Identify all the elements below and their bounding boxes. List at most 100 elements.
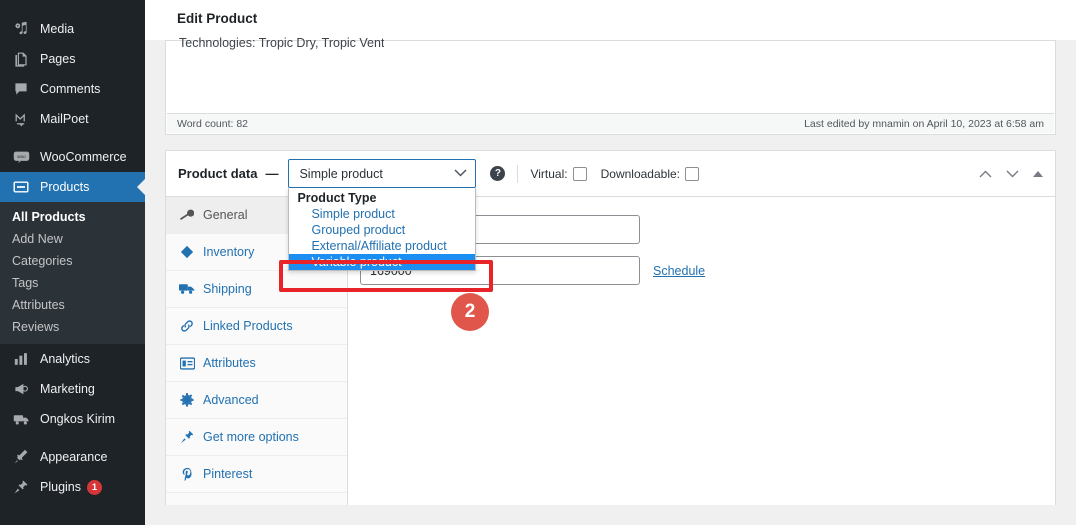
editor-excerpt-text: Technologies: Tropic Dry, Tropic Vent [179,36,385,50]
partial-icon [10,0,32,14]
tab-label: Get more options [203,430,299,444]
sidebar-item-pages[interactable]: Pages [0,44,145,74]
annotation-step-badge: 2 [451,293,489,331]
mailpoet-icon [10,109,32,129]
product-data-panel: Product data — Simple product Product Ty… [165,150,1056,505]
schedule-link[interactable]: Schedule [653,264,705,278]
sidebar-item-appearance[interactable]: Appearance [0,442,145,472]
panel-order-controls [979,151,1043,197]
tab-label: Linked Products [203,319,293,333]
diamond-icon [178,245,196,259]
downloadable-checkbox-group[interactable]: Downloadable: [600,166,699,181]
product-type-select-wrap: Simple product Product Type Simple produ… [288,159,477,271]
sidebar-item-label: MailPoet [40,112,89,126]
admin-sidebar: Media Pages Comments MailPoet woo WooCom… [0,0,145,525]
list-image-icon [178,356,196,370]
submenu-item-reviews[interactable]: Reviews [0,316,145,338]
truck-icon [178,283,196,295]
product-data-dash: — [265,166,279,181]
downloadable-checkbox[interactable] [685,166,699,181]
sidebar-item-ongkos-kirim[interactable]: Ongkos Kirim [0,404,145,434]
pinterest-icon [178,467,196,481]
tab-label: General [203,208,248,222]
sidebar-item-label: Analytics [40,352,91,366]
tab-attributes[interactable]: Attributes [166,345,347,382]
sidebar-item-label: Products [40,180,90,194]
plugins-icon [10,477,32,497]
product-type-dropdown[interactable]: Product Type Simple product Grouped prod… [288,188,477,271]
sidebar-item-label: Appearance [40,450,108,464]
word-count-label: Word count: 82 [177,117,249,130]
chevron-down-icon [454,168,467,180]
tab-label: Pinterest [203,467,253,481]
tab-linked-products[interactable]: Linked Products [166,308,347,345]
shipping-truck-icon [10,409,32,429]
tab-label: Advanced [203,393,259,407]
wrench-icon [178,208,196,222]
tab-advanced[interactable]: Advanced [166,382,347,419]
submenu-item-tags[interactable]: Tags [0,272,145,294]
virtual-checkbox[interactable] [572,166,587,181]
submenu-item-categories[interactable]: Categories [0,250,145,272]
media-icon [10,19,32,39]
virtual-label: Virtual: [530,166,568,181]
content-top-strip [145,0,1076,40]
sidebar-item-label: Ongkos Kirim [40,412,116,426]
sidebar-item-plugins[interactable]: Plugins 1 [0,472,145,502]
product-type-select[interactable]: Simple product [288,159,477,188]
sidebar-item-label: Media [40,22,75,36]
tab-get-more-options[interactable]: Get more options [166,419,347,456]
svg-text:woo: woo [17,154,26,159]
dropdown-option-external-affiliate-product[interactable]: External/Affiliate product [289,238,475,254]
tab-label: Attributes [203,356,256,370]
marketing-icon [10,379,32,399]
sidebar-item-mailpoet[interactable]: MailPoet [0,104,145,134]
header-divider [517,164,519,183]
product-data-header: Product data — Simple product Product Ty… [166,151,1055,271]
submenu-item-attributes[interactable]: Attributes [0,294,145,316]
downloadable-label: Downloadable: [600,166,680,181]
toggle-panel-icon[interactable] [1033,171,1043,177]
virtual-checkbox-group[interactable]: Virtual: [530,166,587,181]
gear-icon [178,393,196,407]
plugins-update-badge: 1 [87,479,102,495]
pages-icon [10,49,32,69]
sidebar-item-woocommerce[interactable]: woo WooCommerce [0,142,145,172]
products-icon [10,177,32,197]
product-data-title: Product data [178,166,258,181]
products-submenu: All Products Add New Categories Tags Att… [0,202,145,344]
tab-label: Shipping [203,282,252,296]
editor-status-bar: Word count: 82 Last edited by mnamin on … [167,113,1054,133]
sidebar-separator [0,134,145,142]
dropdown-option-simple-product[interactable]: Simple product [289,206,475,222]
product-description-editor[interactable]: Technologies: Tropic Dry, Tropic Vent Wo… [165,36,1056,135]
sidebar-item-products[interactable]: Products [0,172,145,202]
link-icon [178,319,196,333]
tab-pinterest[interactable]: Pinterest [166,456,347,493]
comments-icon [10,79,32,99]
submenu-item-add-new[interactable]: Add New [0,228,145,250]
sidebar-item-analytics[interactable]: Analytics [0,344,145,374]
plug-star-icon [178,430,196,444]
sidebar-item-label: Plugins [40,480,81,494]
last-edited-label: Last edited by mnamin on April 10, 2023 … [804,117,1044,130]
screen-root: Media Pages Comments MailPoet woo WooCom… [0,0,1076,525]
sidebar-item-label: Marketing [40,382,95,396]
tab-shipping[interactable]: Shipping [166,271,347,308]
tab-label: Inventory [203,245,255,259]
page-title: Edit Product [177,11,258,26]
appearance-icon [10,447,32,467]
dropdown-option-variable-product[interactable]: Variable product [289,254,476,270]
sidebar-item-label: WooCommerce [40,150,127,164]
sidebar-item-label: Comments [40,82,101,96]
woocommerce-icon: woo [10,147,32,167]
help-icon[interactable]: ? [490,166,506,181]
submenu-item-all-products[interactable]: All Products [0,206,145,228]
sidebar-item-marketing[interactable]: Marketing [0,374,145,404]
move-down-icon[interactable] [1006,168,1019,180]
sidebar-item-partial-top[interactable] [0,0,145,14]
sidebar-item-media[interactable]: Media [0,14,145,44]
sidebar-item-comments[interactable]: Comments [0,74,145,104]
dropdown-option-grouped-product[interactable]: Grouped product [289,222,475,238]
move-up-icon[interactable] [979,168,992,180]
